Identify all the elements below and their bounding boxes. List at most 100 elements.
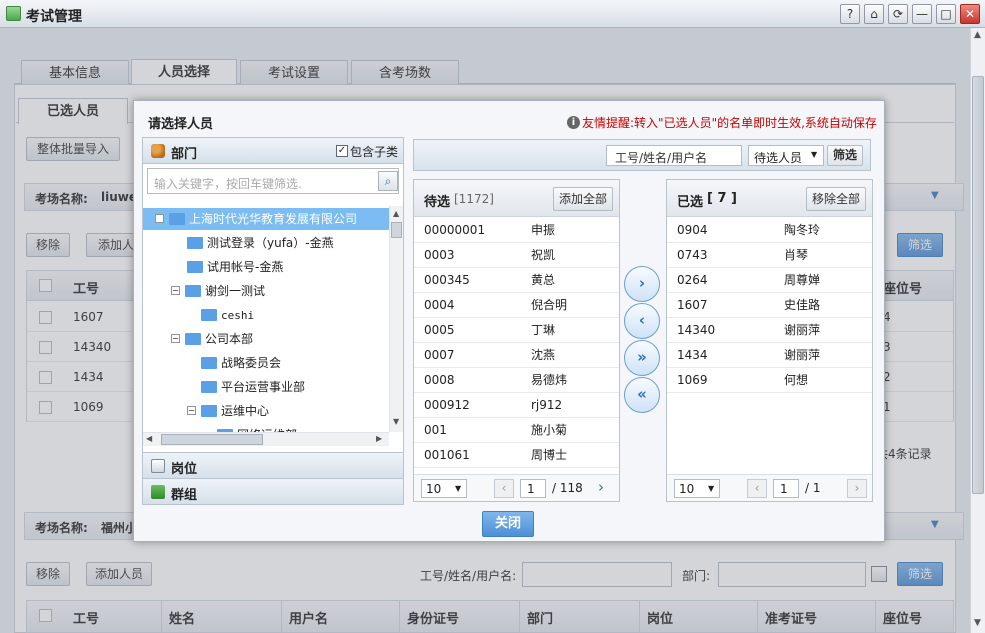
tree-node[interactable]: − 谢剑一测试 [171, 280, 265, 302]
selected-panel: 已选 [ 7 ] 移除全部 0904 陶冬玲 0743 肖琴 0264 周尊婵 1607 史佳… [666, 179, 873, 502]
pending-page-size[interactable]: 10 ▼ [421, 479, 467, 498]
scroll-up-icon[interactable]: ▲ [974, 30, 981, 40]
tree-node-label: 谢剑一测试 [205, 284, 266, 298]
move-left-button[interactable]: ‹ [624, 303, 660, 339]
list-item[interactable]: 0004 倪合明 [414, 293, 619, 318]
tree-search-input[interactable]: 输入关键字，按回车键筛选. ⌕ [147, 168, 399, 194]
pending-page-input[interactable]: 1 [520, 479, 546, 498]
window-titlebar: 考试管理 ? ⌂ ⟳ — □ ✕ [0, 0, 985, 28]
expand-toggle-icon[interactable]: − [187, 406, 196, 415]
folder-icon [185, 332, 201, 345]
position-header[interactable]: 岗位 [143, 452, 403, 478]
add-all-button[interactable]: 添加全部 [553, 187, 613, 211]
selected-page-input[interactable]: 1 [773, 479, 799, 498]
tree-node[interactable]: − 上海时代光华教育发展有限公司 [155, 208, 357, 230]
expand-toggle-icon[interactable]: − [171, 286, 180, 295]
refresh-icon[interactable]: ⟳ [888, 4, 908, 24]
item-name: 何想 [784, 373, 809, 387]
list-item[interactable]: 0005 丁琳 [414, 318, 619, 343]
include-children-checkbox[interactable]: ✓ [336, 145, 348, 157]
scroll-left-icon[interactable]: ◀ [146, 434, 152, 443]
tree-node[interactable]: 测试登录（yufa）-金燕 [173, 232, 334, 254]
tree-node-label: 战略委员会 [221, 356, 282, 370]
minimize-button[interactable]: — [912, 4, 932, 24]
selected-page-size-value: 10 [679, 482, 695, 496]
item-name: 周尊婵 [784, 273, 821, 287]
dialog-close-button[interactable]: 关闭 [482, 511, 534, 537]
pending-panel: 待选 [1172] 添加全部 00000001 申振 0003 祝凯 000345 黄总 0… [413, 179, 620, 502]
list-item[interactable]: 00000001 申振 [414, 218, 619, 243]
remove-all-button[interactable]: 移除全部 [806, 187, 866, 211]
folder-icon [201, 308, 217, 321]
move-right-button[interactable]: › [624, 266, 660, 302]
item-job-no: 14340 [677, 323, 716, 337]
list-item[interactable]: 0003 祝凯 [414, 243, 619, 268]
item-name: 黄总 [531, 273, 556, 287]
help-button[interactable]: ? [840, 4, 860, 24]
move-all-right-button[interactable]: » [624, 340, 660, 376]
list-item[interactable]: 0264 周尊婵 [667, 268, 872, 293]
scroll-up-icon[interactable]: ▲ [393, 209, 399, 218]
selected-page-total: / 1 [805, 481, 821, 495]
scroll-down-icon[interactable]: ▼ [974, 618, 981, 628]
next-page-icon[interactable]: › [598, 478, 604, 496]
scroll-right-icon[interactable]: ▶ [376, 434, 382, 443]
tree-node[interactable]: 试用帐号-金燕 [173, 256, 283, 278]
item-name: rj912 [531, 398, 563, 412]
tree-hscroll-thumb[interactable] [161, 434, 263, 445]
list-item[interactable]: 0904 陶冬玲 [667, 218, 872, 243]
selected-page-size[interactable]: 10 ▼ [674, 479, 720, 498]
move-all-left-button[interactable]: « [624, 377, 660, 413]
selected-rows: 0904 陶冬玲 0743 肖琴 0264 周尊婵 1607 史佳路 14340 谢丽萍 1434 谢… [667, 218, 872, 468]
list-item[interactable]: 001061 周博士 [414, 443, 619, 468]
search-icon[interactable]: ⌕ [378, 171, 398, 191]
item-job-no: 000345 [424, 273, 470, 287]
page-scrollbar[interactable]: ▲ ▼ [970, 28, 985, 633]
dialog-title: 请选择人员 [148, 117, 214, 132]
scroll-down-icon[interactable]: ▼ [393, 417, 399, 426]
tree-node[interactable]: − 运维中心 [187, 400, 269, 422]
list-item[interactable]: 0007 沈燕 [414, 343, 619, 368]
list-item[interactable]: 1607 史佳路 [667, 293, 872, 318]
tree-node[interactable]: − 公司本部 [171, 328, 253, 350]
list-item[interactable]: 0008 易德炜 [414, 368, 619, 393]
pending-page-value: 1 [527, 482, 535, 496]
list-item[interactable]: 1069 何想 [667, 368, 872, 393]
list-item[interactable]: 000345 黄总 [414, 268, 619, 293]
dialog-filter-button[interactable]: 筛选 [827, 145, 863, 166]
list-item[interactable]: 000912 rj912 [414, 393, 619, 418]
item-name: 谢丽萍 [784, 323, 821, 337]
person-search-input[interactable]: 工号/姓名/用户名 [606, 145, 742, 166]
group-header[interactable]: 群组 [143, 478, 403, 504]
list-item[interactable]: 14340 谢丽萍 [667, 318, 872, 343]
tree-hscroll[interactable]: ◀ ▶ [143, 432, 389, 446]
dept-header[interactable]: 部门 ✓ 包含子类 [143, 138, 403, 164]
close-window-button[interactable]: ✕ [960, 4, 980, 24]
tree-node[interactable]: ceshi [187, 304, 254, 326]
item-job-no: 0008 [424, 373, 455, 387]
list-item[interactable]: 001 施小菊 [414, 418, 619, 443]
info-icon: i [567, 116, 580, 129]
expand-toggle-icon[interactable]: − [155, 214, 164, 223]
app-icon [6, 6, 21, 21]
next-page-icon[interactable]: › [847, 479, 867, 498]
tree-node[interactable]: 战略委员会 [187, 352, 281, 374]
item-job-no: 001061 [424, 448, 470, 462]
maximize-button[interactable]: □ [936, 4, 956, 24]
home-icon[interactable]: ⌂ [864, 4, 884, 24]
folder-icon [185, 284, 201, 297]
status-select[interactable]: 待选人员 ▼ [748, 145, 824, 166]
tree-vscroll-thumb[interactable] [391, 222, 402, 238]
prev-page-icon[interactable]: ‹ [494, 479, 514, 498]
scroll-thumb[interactable] [972, 76, 984, 494]
tree-vscroll[interactable]: ▲ ▼ [389, 206, 403, 432]
tree-node[interactable]: 网络运维部 [203, 424, 297, 432]
expand-toggle-icon[interactable]: − [171, 334, 180, 343]
pending-count: [1172] [454, 192, 494, 206]
list-item[interactable]: 1434 谢丽萍 [667, 343, 872, 368]
tree-node[interactable]: 平台运营事业部 [187, 376, 305, 398]
item-name: 易德炜 [531, 373, 568, 387]
folder-icon [201, 404, 217, 417]
prev-page-icon[interactable]: ‹ [747, 479, 767, 498]
list-item[interactable]: 0743 肖琴 [667, 243, 872, 268]
